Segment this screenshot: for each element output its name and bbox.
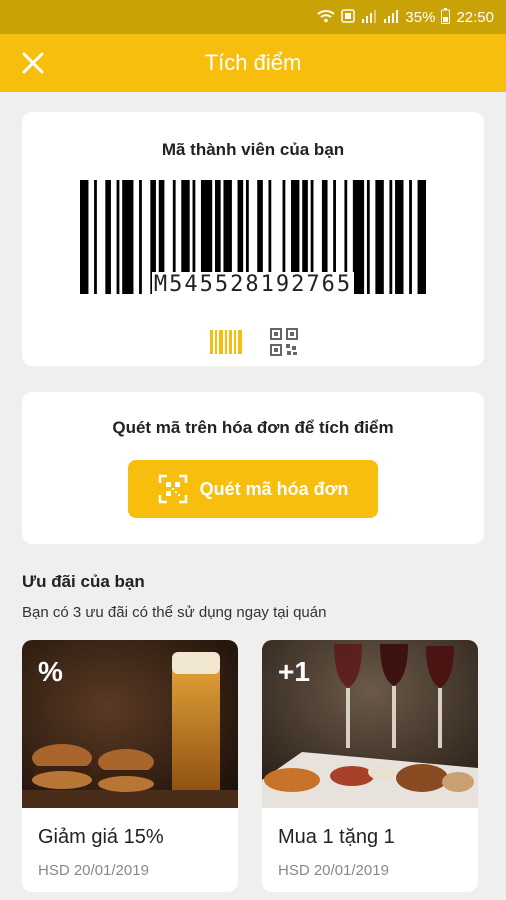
battery-percent: 35% — [405, 8, 436, 26]
close-icon[interactable] — [18, 48, 48, 78]
app-bar: Tích điểm — [0, 34, 506, 92]
member-code-value: M545528192765 — [151, 272, 355, 297]
offer-card[interactable]: +1 Mua 1 tặng 1 HSD 20/01/2019 — [262, 640, 478, 892]
offer-badge: % — [38, 656, 63, 687]
scan-qr-icon — [158, 474, 187, 504]
barcode-toggle-icon[interactable] — [210, 330, 242, 354]
offer-name: Giảm giá 15% — [38, 826, 164, 848]
status-bar: 35% 22:50 — [0, 0, 506, 34]
member-code-title: Mã thành viên của bạn — [161, 140, 345, 159]
offer-expiry: HSD 20/01/2019 — [278, 862, 389, 879]
offer-badge: +1 — [278, 656, 310, 687]
qr-toggle-icon[interactable] — [270, 328, 298, 356]
member-code-text: M545528192765 — [80, 272, 426, 297]
signal-icon-2 — [383, 9, 399, 26]
scan-invoice-label: Quét mã hóa đơn — [199, 478, 349, 499]
offer-card[interactable]: % Giảm giá 15% HSD 20/01/2019 — [22, 640, 238, 892]
status-icons: 35% 22:50 — [317, 7, 494, 27]
page-title: Tích điểm — [204, 50, 302, 75]
offers-title: Ưu đãi của bạn — [22, 572, 145, 591]
scan-card: Quét mã trên hóa đơn để tích điểm Quét m… — [22, 392, 484, 544]
battery-icon — [441, 7, 451, 27]
offer-expiry: HSD 20/01/2019 — [38, 862, 149, 879]
offer-name: Mua 1 tặng 1 — [278, 826, 395, 848]
signal-icon — [361, 9, 377, 26]
wifi-icon — [317, 9, 336, 26]
media-icon — [341, 8, 356, 26]
scan-invoice-button[interactable]: Quét mã hóa đơn — [128, 460, 378, 518]
offers-subtitle: Bạn có 3 ưu đãi có thể sử dụng ngay tại … — [22, 604, 327, 621]
clock: 22:50 — [456, 8, 494, 26]
scan-instruction: Quét mã trên hóa đơn để tích điểm — [112, 418, 394, 437]
member-card: Mã thành viên của bạn M545528192765 — [22, 112, 484, 366]
